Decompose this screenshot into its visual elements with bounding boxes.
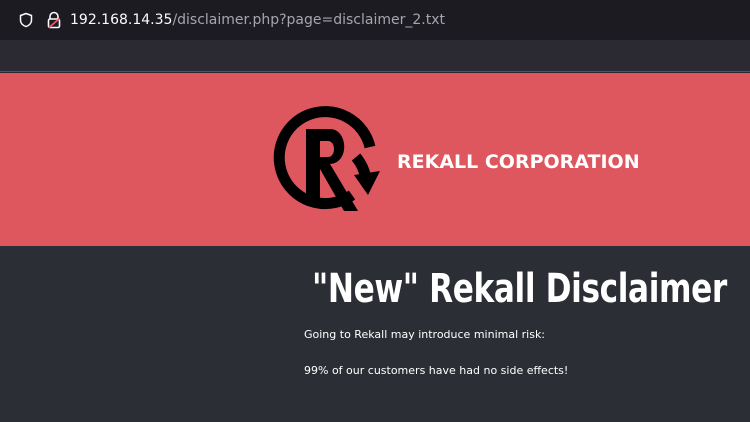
url-text[interactable]: 192.168.14.35/disclaimer.php?page=discla… — [70, 11, 445, 29]
shield-icon[interactable] — [18, 12, 34, 28]
main-content: "New" Rekall Disclaimer Going to Rekall … — [0, 246, 750, 422]
header-banner: REKALL CORPORATION — [0, 73, 750, 246]
lock-warning-icon[interactable] — [46, 11, 62, 29]
browser-toolbar: 192.168.14.35/disclaimer.php?page=discla… — [0, 0, 750, 40]
disclaimer-line-2: 99% of our customers have had no side ef… — [304, 364, 569, 377]
url-host: 192.168.14.35 — [70, 12, 173, 28]
page-top-bar — [0, 40, 750, 72]
disclaimer-line-1: Going to Rekall may introduce minimal ri… — [304, 328, 546, 341]
rekall-logo[interactable] — [258, 91, 398, 231]
brand-name: REKALL CORPORATION — [397, 151, 640, 173]
url-path: /disclaimer.php?page=disclaimer_2.txt — [172, 12, 445, 28]
address-bar[interactable]: 192.168.14.35/disclaimer.php?page=discla… — [8, 5, 742, 35]
page-title: "New" Rekall Disclaimer — [312, 266, 727, 312]
